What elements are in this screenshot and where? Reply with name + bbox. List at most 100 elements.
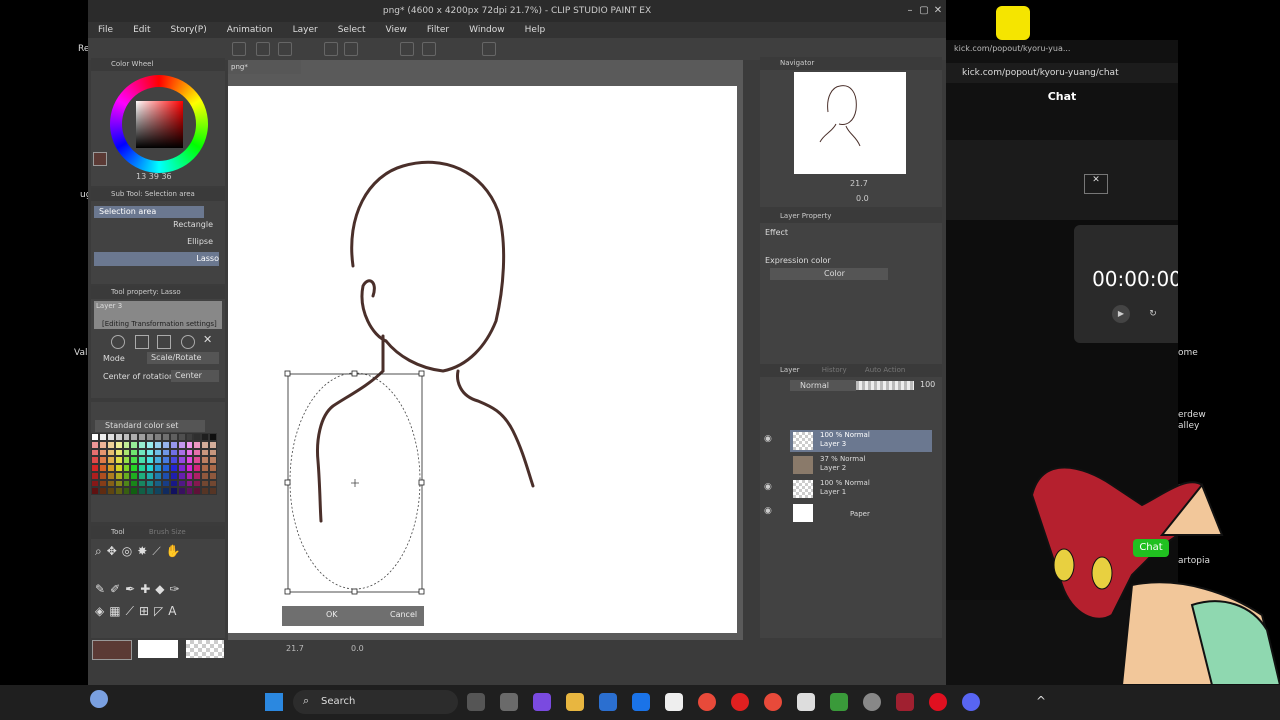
ruler-icon[interactable]: ◸	[154, 604, 168, 618]
menu-filter[interactable]: Filter	[417, 22, 459, 38]
palette-swatch[interactable]	[130, 471, 139, 480]
menu-file[interactable]: File	[88, 22, 123, 38]
color-set-select[interactable]: Standard color set	[95, 420, 205, 432]
eye-icon[interactable]: ◉	[764, 482, 772, 492]
layer-tab[interactable]: Layer	[780, 366, 800, 374]
palette-swatch[interactable]	[98, 433, 107, 441]
palette-swatch[interactable]	[146, 464, 154, 472]
palette-swatch[interactable]	[201, 479, 210, 488]
palette-swatch[interactable]	[201, 464, 210, 472]
timer-reset-icon[interactable]: ↻	[1144, 305, 1162, 323]
palette-swatch[interactable]	[91, 471, 99, 480]
palette-swatch[interactable]	[169, 456, 178, 464]
palette-swatch[interactable]	[91, 440, 99, 449]
history-tab[interactable]: History	[822, 366, 847, 374]
palette-swatch[interactable]	[146, 448, 154, 457]
palette-swatch[interactable]	[138, 471, 147, 480]
sub-tool-active-tab[interactable]: Selection area	[94, 206, 204, 218]
palette-swatch[interactable]	[106, 440, 115, 449]
palette-swatch[interactable]	[193, 448, 202, 457]
palette-swatch[interactable]	[185, 471, 194, 480]
palette-swatch[interactable]	[146, 471, 154, 480]
menu-view[interactable]: View	[375, 22, 416, 38]
palette-swatch[interactable]	[106, 456, 115, 464]
palette-swatch[interactable]	[185, 433, 194, 441]
palette-swatch[interactable]	[177, 479, 186, 488]
palette-swatch[interactable]	[169, 479, 178, 488]
eraser-icon[interactable]: ◆	[155, 582, 169, 596]
palette-swatch[interactable]	[122, 456, 131, 464]
transform-handle[interactable]	[284, 588, 291, 595]
palette-swatch[interactable]	[201, 440, 210, 449]
sub-tool-lasso[interactable]: Lasso	[94, 252, 219, 266]
palette-swatch[interactable]	[169, 433, 178, 441]
palette-swatch[interactable]	[185, 448, 194, 457]
palette-swatch[interactable]	[193, 487, 202, 495]
palette-swatch[interactable]	[161, 471, 170, 480]
palette-swatch[interactable]	[91, 487, 99, 495]
layer-row[interactable]: Paper	[790, 502, 932, 524]
store-icon[interactable]	[599, 693, 617, 711]
palette-swatch[interactable]	[91, 433, 99, 441]
palette-swatch[interactable]	[169, 487, 178, 495]
menu-story[interactable]: Story(P)	[161, 22, 217, 38]
transform-handle[interactable]	[418, 588, 425, 595]
palette-swatch[interactable]	[138, 440, 147, 449]
copilot-icon[interactable]	[533, 693, 551, 711]
palette-swatch[interactable]	[122, 464, 131, 472]
palette-swatch[interactable]	[209, 464, 217, 472]
palette-swatch[interactable]	[138, 464, 147, 472]
menu-help[interactable]: Help	[515, 22, 556, 38]
palette-swatch[interactable]	[122, 433, 131, 441]
palette-swatch[interactable]	[169, 471, 178, 480]
fill-icon[interactable]	[422, 42, 436, 56]
transform-handle[interactable]	[351, 370, 358, 377]
chrome-profile-icon[interactable]	[764, 693, 782, 711]
palette-swatch[interactable]	[209, 487, 217, 495]
figure-icon[interactable]: ⟋	[126, 604, 139, 618]
chat-bubble[interactable]: Chat	[1133, 539, 1169, 557]
palette-swatch[interactable]	[91, 456, 99, 464]
auto-action-tab[interactable]: Auto Action	[865, 366, 905, 374]
tool-tab[interactable]: Tool	[111, 528, 125, 536]
navigator-preview[interactable]	[794, 72, 906, 174]
save-icon[interactable]	[278, 42, 292, 56]
palette-swatch[interactable]	[106, 479, 115, 488]
close-button[interactable]: ✕	[931, 0, 945, 22]
chevron-up-icon[interactable]: ^	[1036, 694, 1046, 708]
rotate-icon[interactable]	[111, 335, 125, 349]
text-icon[interactable]: A	[168, 604, 181, 618]
palette-swatch[interactable]	[201, 456, 210, 464]
palette-swatch[interactable]	[114, 456, 123, 464]
brush-icon[interactable]: ✒	[125, 582, 140, 596]
palette-swatch[interactable]	[98, 464, 107, 472]
close-overlay-button[interactable]: ✕	[1084, 174, 1108, 194]
palette-swatch[interactable]	[130, 456, 139, 464]
address-bar[interactable]: kick.com/popout/kyoru-yuang/chat	[946, 63, 1178, 83]
palette-swatch[interactable]	[169, 448, 178, 457]
eye-icon[interactable]: ◉	[764, 506, 772, 516]
menu-window[interactable]: Window	[459, 22, 515, 38]
transparent-color[interactable]	[186, 640, 224, 658]
layer-row[interactable]: 37 % Normal Layer 2	[790, 454, 932, 476]
palette-swatch[interactable]	[209, 456, 217, 464]
zoom-icon[interactable]: ⌕	[95, 544, 107, 558]
palette-swatch[interactable]	[161, 456, 170, 464]
decoration-icon[interactable]: ✚	[140, 582, 155, 596]
brush-size-tab[interactable]: Brush Size	[149, 528, 186, 536]
palette-swatch[interactable]	[98, 440, 107, 449]
saturation-value-square[interactable]	[136, 101, 183, 148]
palette-swatch[interactable]	[177, 471, 186, 480]
confirm-icon[interactable]	[181, 335, 195, 349]
palette-swatch[interactable]	[114, 464, 123, 472]
frame-icon[interactable]: ⊞	[139, 604, 154, 618]
opacity-slider[interactable]	[856, 381, 914, 390]
palette-swatch[interactable]	[114, 487, 123, 495]
blend-icon[interactable]: ✑	[169, 582, 184, 596]
palette-swatch[interactable]	[114, 440, 123, 449]
pen-icon[interactable]: ✎	[95, 582, 110, 596]
palette-swatch[interactable]	[154, 440, 162, 449]
transform-handle[interactable]	[284, 370, 291, 377]
palette-swatch[interactable]	[209, 448, 217, 457]
palette-swatch[interactable]	[185, 479, 194, 488]
